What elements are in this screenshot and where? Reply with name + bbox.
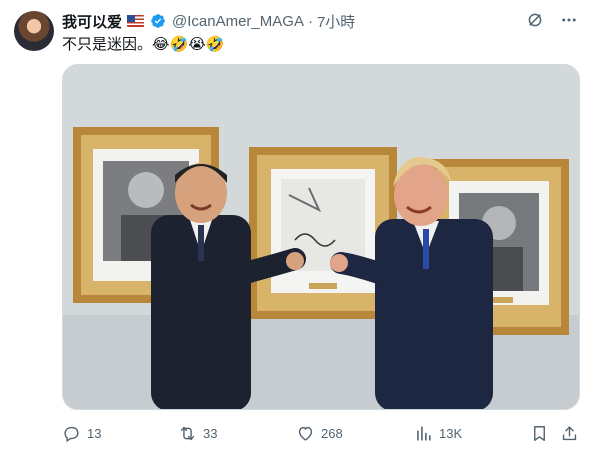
separator-dot: ·: [307, 12, 313, 30]
like-count: 268: [321, 425, 343, 441]
avatar[interactable]: [14, 11, 54, 51]
reply-button[interactable]: 13: [62, 422, 101, 444]
repost-button[interactable]: 33: [178, 422, 217, 444]
post-header: 我可以爱 @IcanAmer_MAGA · 7小時: [62, 10, 355, 32]
post-text: 不只是迷因。😂🤣😭🤣: [62, 35, 225, 53]
like-button[interactable]: 268: [296, 422, 343, 444]
action-bar: 13 33 268 13K: [62, 422, 580, 444]
share-button[interactable]: [560, 422, 579, 444]
repost-icon: [180, 426, 195, 440]
verified-badge-icon: [151, 14, 165, 28]
bookmark-icon: [534, 425, 545, 441]
header-actions: [525, 10, 579, 30]
share-icon: [562, 425, 577, 440]
post-time[interactable]: 7小時: [317, 11, 355, 32]
post-image[interactable]: [62, 64, 580, 410]
grok-icon[interactable]: [525, 10, 545, 30]
repost-count: 33: [203, 425, 218, 441]
bookmark-button[interactable]: [530, 422, 549, 444]
author-name[interactable]: 我可以爱: [62, 11, 122, 32]
tweet-post[interactable]: 我可以爱 @IcanAmer_MAGA · 7小時 不只是迷因。😂🤣😭🤣 13 …: [0, 0, 593, 457]
like-icon: [298, 426, 313, 441]
reply-icon: [64, 426, 79, 442]
views-button[interactable]: 13K: [414, 422, 462, 444]
reply-count: 13: [87, 425, 102, 441]
us-flag-icon: [127, 15, 145, 27]
more-icon[interactable]: [559, 10, 579, 30]
author-handle[interactable]: @IcanAmer_MAGA: [172, 13, 304, 30]
views-count: 13K: [439, 425, 463, 441]
views-icon: [417, 425, 431, 441]
